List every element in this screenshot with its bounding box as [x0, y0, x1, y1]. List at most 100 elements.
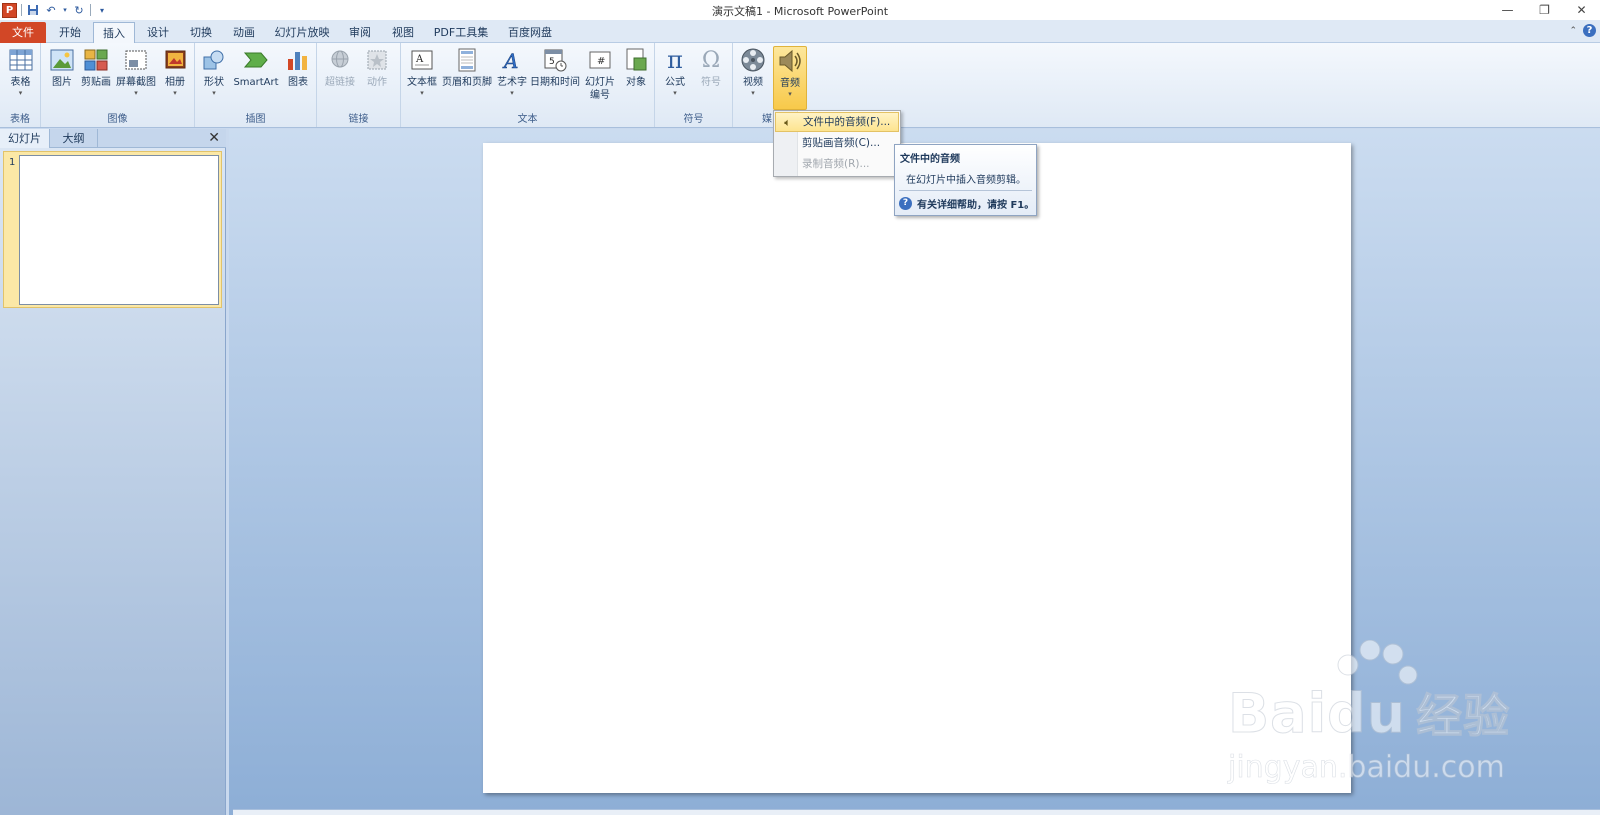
tooltip-title: 文件中的音频 — [900, 154, 960, 165]
menu-item-label: 文件中的音频(F)... — [803, 116, 891, 128]
header-footer-icon — [453, 46, 481, 74]
close-icon[interactable]: ✕ — [1563, 0, 1600, 20]
slide-number-button[interactable]: # 幻灯片 编号 — [581, 46, 619, 102]
minimize-ribbon-icon[interactable]: ⌃ — [1569, 26, 1577, 36]
textbox-label: 文本框 — [407, 77, 437, 88]
group-links: 超链接 动作 链接 — [317, 43, 401, 127]
group-illustrations: 形状 ▾ SmartArt 图表 插图 — [195, 43, 317, 127]
dropdown-arrow-icon: ▾ — [751, 89, 755, 97]
picture-button[interactable]: 图片 — [47, 46, 77, 89]
picture-icon — [48, 46, 76, 74]
horizontal-scrollbar[interactable] — [233, 809, 1600, 815]
equation-button[interactable]: π 公式 ▾ — [659, 46, 691, 98]
menu-item-label: 录制音频(R)... — [802, 158, 870, 170]
audio-label: 音频 — [780, 78, 800, 89]
audio-button[interactable]: 音频 ▾ — [773, 46, 807, 110]
smartart-button[interactable]: SmartArt — [233, 46, 279, 89]
screenshot-icon — [122, 46, 150, 74]
video-button[interactable]: 视频 ▾ — [737, 46, 769, 98]
watermark-brand-1: Bai — [1227, 682, 1328, 746]
action-star-icon — [363, 46, 391, 74]
clipart-icon — [82, 46, 110, 74]
dropdown-arrow-icon: ▾ — [420, 89, 424, 97]
svg-text:A: A — [502, 49, 518, 72]
tooltip-description: 在幻灯片中插入音频剪辑。 — [906, 175, 1026, 186]
video-label: 视频 — [743, 77, 763, 88]
shapes-icon — [200, 46, 228, 74]
hyperlink-globe-icon — [326, 46, 354, 74]
menu-item-record-audio[interactable]: 录制音频(R)... — [775, 154, 899, 174]
smartart-icon — [242, 46, 270, 74]
tab-transitions[interactable]: 切换 — [181, 22, 221, 43]
slide-thumbnail[interactable] — [19, 155, 219, 305]
svg-text:A: A — [415, 54, 424, 65]
tab-review[interactable]: 审阅 — [340, 22, 380, 43]
group-label-symbols: 符号 — [683, 114, 704, 125]
chart-button[interactable]: 图表 — [283, 46, 313, 89]
speaker-icon — [776, 47, 804, 75]
tab-outline[interactable]: 大纲 — [50, 129, 98, 148]
tab-baidu-netdisk[interactable]: 百度网盘 — [499, 22, 561, 43]
title-bar: P ↶ ▾ ↻ ▾ 演示文稿1 - Microsoft PowerPoint —… — [0, 0, 1600, 20]
help-icon: ? — [899, 197, 912, 210]
dropdown-arrow-icon: ▾ — [673, 89, 677, 97]
menu-item-clipart-audio[interactable]: 剪贴画音频(C)... — [775, 133, 899, 153]
svg-text:5: 5 — [549, 57, 555, 67]
group-table: 表格 ▾ 表格 — [0, 43, 41, 127]
group-label-text: 文本 — [517, 114, 538, 125]
tab-animations[interactable]: 动画 — [224, 22, 264, 43]
symbol-button[interactable]: Ω 符号 — [695, 46, 727, 89]
tab-slides[interactable]: 幻灯片 — [0, 129, 50, 148]
shapes-button[interactable]: 形状 ▾ — [199, 46, 229, 98]
speaker-icon: 🔈︎ — [784, 116, 791, 129]
baidu-jingyan-watermark: Baidu 经验 jingyan.baidu.com — [1227, 640, 1528, 790]
datetime-button[interactable]: 5 日期和时间 — [529, 46, 581, 89]
textbox-button[interactable]: A 文本框 ▾ — [405, 46, 439, 98]
watermark-cn: 经验 — [1416, 689, 1511, 744]
screenshot-label: 屏幕截图 — [116, 77, 156, 88]
object-button[interactable]: 对象 — [621, 46, 651, 89]
help-icon[interactable]: ? — [1583, 24, 1596, 37]
action-label: 动作 — [367, 77, 387, 88]
slide-number-label-2: 编号 — [590, 90, 610, 101]
screenshot-button[interactable]: 屏幕截图 ▾ — [115, 46, 157, 98]
table-button[interactable]: 表格 ▾ — [4, 46, 37, 98]
close-pane-icon[interactable]: ✕ — [208, 130, 220, 146]
tab-slideshow[interactable]: 幻灯片放映 — [268, 22, 336, 43]
dropdown-arrow-icon: ▾ — [788, 90, 792, 98]
album-button[interactable]: 相册 ▾ — [159, 46, 191, 98]
tab-design[interactable]: 设计 — [138, 22, 178, 43]
wordart-icon: A — [498, 46, 526, 74]
tooltip-separator — [899, 190, 1032, 191]
group-symbols: π 公式 ▾ Ω 符号 符号 — [655, 43, 733, 127]
menu-item-label: 剪贴画音频(C)... — [802, 137, 881, 149]
svg-text:#: # — [597, 56, 605, 67]
slide-number-label-1: 幻灯片 — [585, 77, 615, 88]
action-button[interactable]: 动作 — [361, 46, 393, 89]
header-footer-button[interactable]: 页眉和页脚 — [441, 46, 493, 89]
slide-canvas[interactable] — [483, 143, 1351, 793]
minimize-icon[interactable]: — — [1489, 0, 1526, 20]
group-label-links: 链接 — [348, 114, 369, 125]
tab-view[interactable]: 视图 — [383, 22, 423, 43]
hyperlink-button[interactable]: 超链接 — [323, 46, 357, 89]
album-label: 相册 — [165, 77, 185, 88]
symbol-label: 符号 — [701, 77, 721, 88]
dropdown-arrow-icon: ▾ — [134, 89, 138, 97]
tab-home[interactable]: 开始 — [50, 22, 90, 43]
chart-icon — [284, 46, 312, 74]
table-icon — [7, 46, 35, 74]
tab-insert[interactable]: 插入 — [93, 22, 135, 43]
tab-file[interactable]: 文件 — [0, 22, 46, 43]
slide-thumbnail-selected[interactable]: 1 — [3, 151, 222, 308]
restore-icon[interactable]: ❐ — [1526, 0, 1563, 20]
film-reel-icon — [739, 46, 767, 74]
menu-item-audio-from-file[interactable]: 🔈︎ 文件中的音频(F)... — [775, 112, 899, 132]
help-area: ⌃ ? — [1569, 24, 1596, 37]
tab-pdf-tools[interactable]: PDF工具集 — [427, 22, 495, 43]
wordart-button[interactable]: A 艺术字 ▾ — [495, 46, 529, 98]
dropdown-arrow-icon: ▾ — [212, 89, 216, 97]
slide-number-icon: # — [586, 46, 614, 74]
clipart-button[interactable]: 剪贴画 — [79, 46, 113, 89]
calendar-clock-icon: 5 — [541, 46, 569, 74]
